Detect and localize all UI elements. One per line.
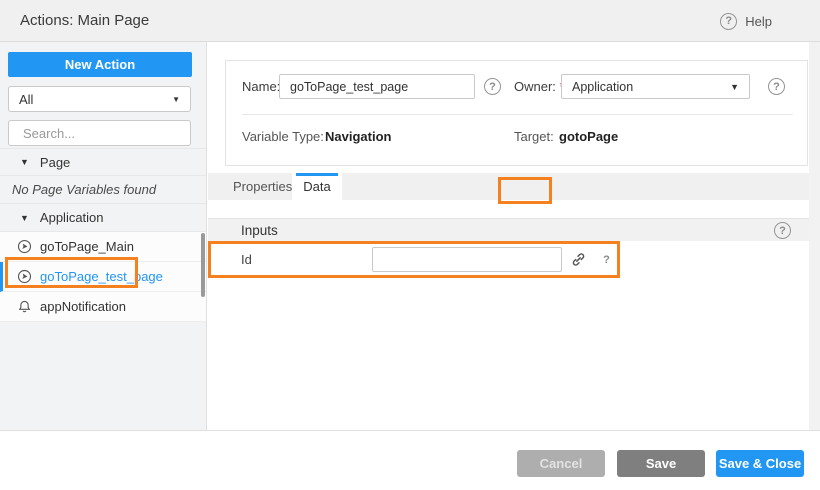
variable-type-label: Variable Type: [242,124,324,150]
sidebar-item-label: goToPage_Main [40,239,134,254]
variables-tree: ▼ Page No Page Variables found ▼ Applica… [0,148,206,322]
save-button[interactable]: Save [617,450,705,477]
sidebar-item-label: appNotification [40,299,126,314]
chevron-down-icon: ▼ [172,95,180,104]
navigation-icon [17,239,32,254]
sidebar-item-gotopage-main[interactable]: goToPage_Main [0,232,206,262]
page-title: Actions: Main Page [20,0,149,42]
name-help-icon[interactable]: ? [484,78,501,95]
help-button[interactable]: ? Help [720,0,772,42]
owner-dropdown-value: Application [572,80,633,94]
cancel-button[interactable]: Cancel [517,450,605,477]
chevron-down-icon: ▼ [730,82,739,92]
id-help-icon[interactable]: ? [598,251,615,268]
card-divider [242,114,793,115]
sidebar-item-appnotification[interactable]: appNotification [0,292,206,322]
owner-dropdown[interactable]: Application ▼ [561,74,750,99]
empty-page-variables-message: No Page Variables found [0,176,206,204]
input-row-id: Id ? [208,241,809,278]
main-scrollbar-track[interactable] [809,42,820,430]
action-properties-card: Name: * ? Owner: * Application ▼ ? Varia… [225,60,808,166]
variable-type-value: Navigation [325,124,391,150]
collapse-triangle-icon: ▼ [20,213,29,223]
help-icon: ? [720,13,737,30]
search-box [8,120,191,146]
navigation-icon [17,269,32,284]
save-and-close-button[interactable]: Save & Close [716,450,804,477]
sidebar-scrollbar-thumb[interactable] [201,233,205,297]
tree-group-page[interactable]: ▼ Page [0,148,206,176]
search-input[interactable] [23,126,199,141]
tab-data[interactable]: Data [292,173,342,200]
footer-bar: Cancel Save Save & Close [0,430,820,490]
filter-dropdown-value: All [19,92,33,107]
tree-group-label: Page [40,155,70,170]
target-label: Target: [514,124,554,150]
sidebar-item-gotopage-test-page[interactable]: goToPage_test_page [0,262,206,292]
new-action-button[interactable]: New Action [8,52,192,77]
notification-icon [17,299,32,314]
inputs-section-title: Inputs [241,219,278,242]
collapse-triangle-icon: ▼ [20,157,29,167]
filter-dropdown[interactable]: All ▼ [8,86,191,112]
target-value: gotoPage [559,124,618,150]
help-label: Help [745,14,772,29]
tree-group-application[interactable]: ▼ Application [0,204,206,232]
detail-tabbar: Properties Data [208,173,809,200]
name-input[interactable] [279,74,475,99]
sidebar-item-label: goToPage_test_page [40,269,163,284]
type-target-row: Variable Type: Navigation Target: gotoPa… [226,124,807,150]
inputs-help-icon[interactable]: ? [774,222,791,239]
owner-label: Owner: * [514,74,565,100]
owner-help-icon[interactable]: ? [768,78,785,95]
id-input[interactable] [372,247,562,272]
inputs-section-header: Inputs ? [208,218,809,241]
name-owner-row: Name: * ? Owner: * Application ▼ ? [226,74,807,100]
tab-properties[interactable]: Properties [233,173,292,200]
tree-group-label: Application [40,210,104,225]
bind-field-button[interactable] [570,251,587,268]
link-icon [570,251,587,268]
variables-sidebar: New Action All ▼ ▼ Page No Page Variable… [0,42,207,430]
action-detail-panel: Name: * ? Owner: * Application ▼ ? Varia… [208,42,820,430]
id-field-label: Id [241,241,252,278]
page-header: Actions: Main Page ? Help [0,0,820,42]
